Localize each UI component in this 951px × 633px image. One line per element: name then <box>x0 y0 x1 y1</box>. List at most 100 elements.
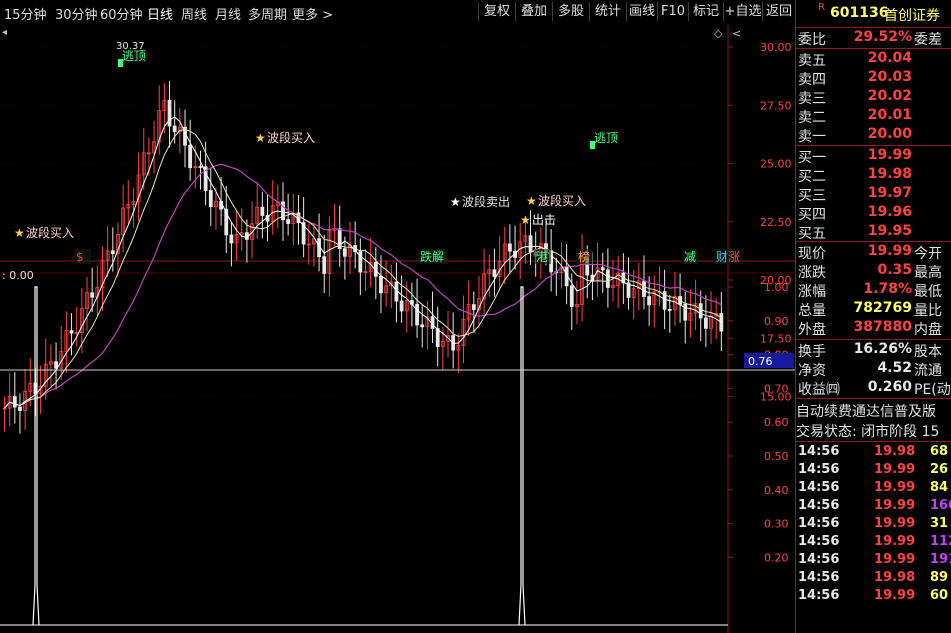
quote-panel: R 601136 首创证券 委比 29.52% 委差 卖五 20.04 卖四 20.0… <box>795 0 951 633</box>
candle-body <box>569 285 574 307</box>
tick-price: 19.99 <box>874 516 916 531</box>
chevron-left-icon[interactable]: < <box>732 27 741 40</box>
band-buy-label: 波段买入 <box>538 193 586 208</box>
period-multi[interactable]: 多周期 <box>248 4 287 23</box>
candle-body <box>12 396 17 408</box>
chart-area[interactable]: 30.0027.5025.0022.5020.0017.5015.00 30.3… <box>0 25 795 633</box>
weibi-row: 委比 29.52% 委差 <box>796 29 951 48</box>
tick-row: 14:56 19.98 68 <box>796 444 951 462</box>
period-daily[interactable]: 日线 <box>147 4 173 23</box>
tick-row: 14:56 19.99 31 <box>796 516 951 534</box>
period-30min[interactable]: 30分钟 <box>55 4 98 23</box>
bid-row: 买四 19.96 <box>796 204 951 223</box>
candle-body <box>492 269 497 277</box>
collapse-icon[interactable]: ◂ <box>2 27 7 38</box>
ask-row-label: 卖一 <box>798 129 826 145</box>
diamond-icon[interactable]: ◇ <box>714 27 723 40</box>
period-60min[interactable]: 60分钟 <box>100 4 143 23</box>
adjust-button[interactable]: 复权 <box>478 2 515 21</box>
ask-row: 卖二 20.01 <box>796 107 951 126</box>
candle-body <box>54 361 58 369</box>
candle-body <box>471 304 476 310</box>
mark-button[interactable]: 标记 <box>688 2 723 21</box>
bid-row-label: 买一 <box>798 150 826 166</box>
tick-vol: 112 <box>930 534 951 549</box>
stat-row-right-label: 今开 <box>914 246 942 262</box>
period-weekly[interactable]: 周线 <box>181 4 207 23</box>
price-tick-label: 22.50 <box>760 216 792 229</box>
ask-row-label: 卖五 <box>798 53 826 69</box>
star-icon: ★ <box>520 213 531 227</box>
bid-row: 买一 19.99 <box>796 147 951 166</box>
stat-row-value: 1.78% <box>863 281 912 297</box>
tick-time: 14:56 <box>798 444 840 459</box>
stats-button[interactable]: 统计 <box>589 2 626 21</box>
bid-row-label: 买四 <box>798 207 826 223</box>
bid-row-value: 19.96 <box>867 204 912 220</box>
stat2-row-value: 0.260 <box>867 379 912 395</box>
event-marker: 减 <box>684 250 696 264</box>
candle-body <box>435 328 440 347</box>
tick-time: 14:56 <box>798 516 840 531</box>
overlay-button[interactable]: 叠加 <box>515 2 552 21</box>
period-monthly[interactable]: 月线 <box>215 4 241 23</box>
tick-vol: 166 <box>930 498 951 513</box>
tick-vol: 31 <box>930 516 949 531</box>
ask-row: 卖四 20.03 <box>796 69 951 88</box>
tick-price: 19.99 <box>874 534 916 549</box>
ask-row-value: 20.03 <box>867 69 912 85</box>
tick-vol: 60 <box>930 588 949 603</box>
tick-row: 14:56 19.99 60 <box>796 588 951 606</box>
candle-body <box>229 234 234 244</box>
ask-row-value: 20.04 <box>867 50 912 66</box>
stat-row-label: 涨跌 <box>798 265 826 281</box>
candle-body <box>507 243 512 252</box>
weibi-value: 29.52% <box>853 29 912 45</box>
candle-body <box>605 269 610 288</box>
bid-row: 买二 19.98 <box>796 166 951 185</box>
candle-body <box>600 267 605 271</box>
candle-body <box>647 296 652 306</box>
candle-body <box>167 100 172 127</box>
candle-body <box>415 303 419 326</box>
info-line-2: 交易状态: 闭市阶段 15 <box>796 424 940 440</box>
stat-row-right-label: 内盘 <box>914 322 942 338</box>
bid-row: 买三 19.97 <box>796 185 951 204</box>
weicha-label: 委差 <box>914 32 942 48</box>
stat-row-right-label: 最高 <box>914 265 942 281</box>
candle-body <box>188 144 193 169</box>
period-more[interactable]: 更多 > <box>292 4 333 23</box>
tick-vol: 191 <box>930 552 951 567</box>
indicator-tick-label: 0.70 <box>764 382 789 395</box>
candle-body <box>172 125 177 133</box>
candle-body <box>18 406 22 411</box>
tick-row: 14:56 19.99 166 <box>796 498 951 516</box>
indicator-tick-label: 1.00 <box>764 281 789 294</box>
period-15min[interactable]: 15分钟 <box>4 4 47 23</box>
tick-price: 19.98 <box>874 444 916 459</box>
bid-row-value: 19.95 <box>867 223 912 239</box>
candle-body <box>110 250 115 254</box>
stat-row: 外盘 387880 内盘 <box>796 319 951 338</box>
stat2-row-right-label: 股本 <box>914 344 942 360</box>
ask-row-value: 20.00 <box>867 126 912 142</box>
draw-button[interactable]: 画线 <box>626 2 657 21</box>
f10-button[interactable]: F10 <box>657 2 688 21</box>
candle-body <box>703 317 708 329</box>
candle-body <box>260 206 265 216</box>
candle-body <box>528 235 533 253</box>
ask-row-value: 20.02 <box>867 88 912 104</box>
weibi-label: 委比 <box>798 32 826 48</box>
event-marker: 榜 <box>578 249 590 264</box>
price-tick-label: 25.00 <box>760 158 792 171</box>
bid-row-value: 19.99 <box>867 147 912 163</box>
bid-row-value: 19.97 <box>867 185 912 201</box>
multi-stock-button[interactable]: 多股 <box>552 2 589 21</box>
ask-row-value: 20.01 <box>867 107 912 123</box>
stat-row-value: 0.35 <box>877 262 912 278</box>
band-sell-label: 波段卖出 <box>462 194 510 209</box>
stock-code: 601136 <box>830 5 889 21</box>
add-watchlist-button[interactable]: +自选 <box>723 2 762 21</box>
back-button[interactable]: 返回 <box>762 2 795 21</box>
bid-row-label: 买三 <box>798 188 826 204</box>
